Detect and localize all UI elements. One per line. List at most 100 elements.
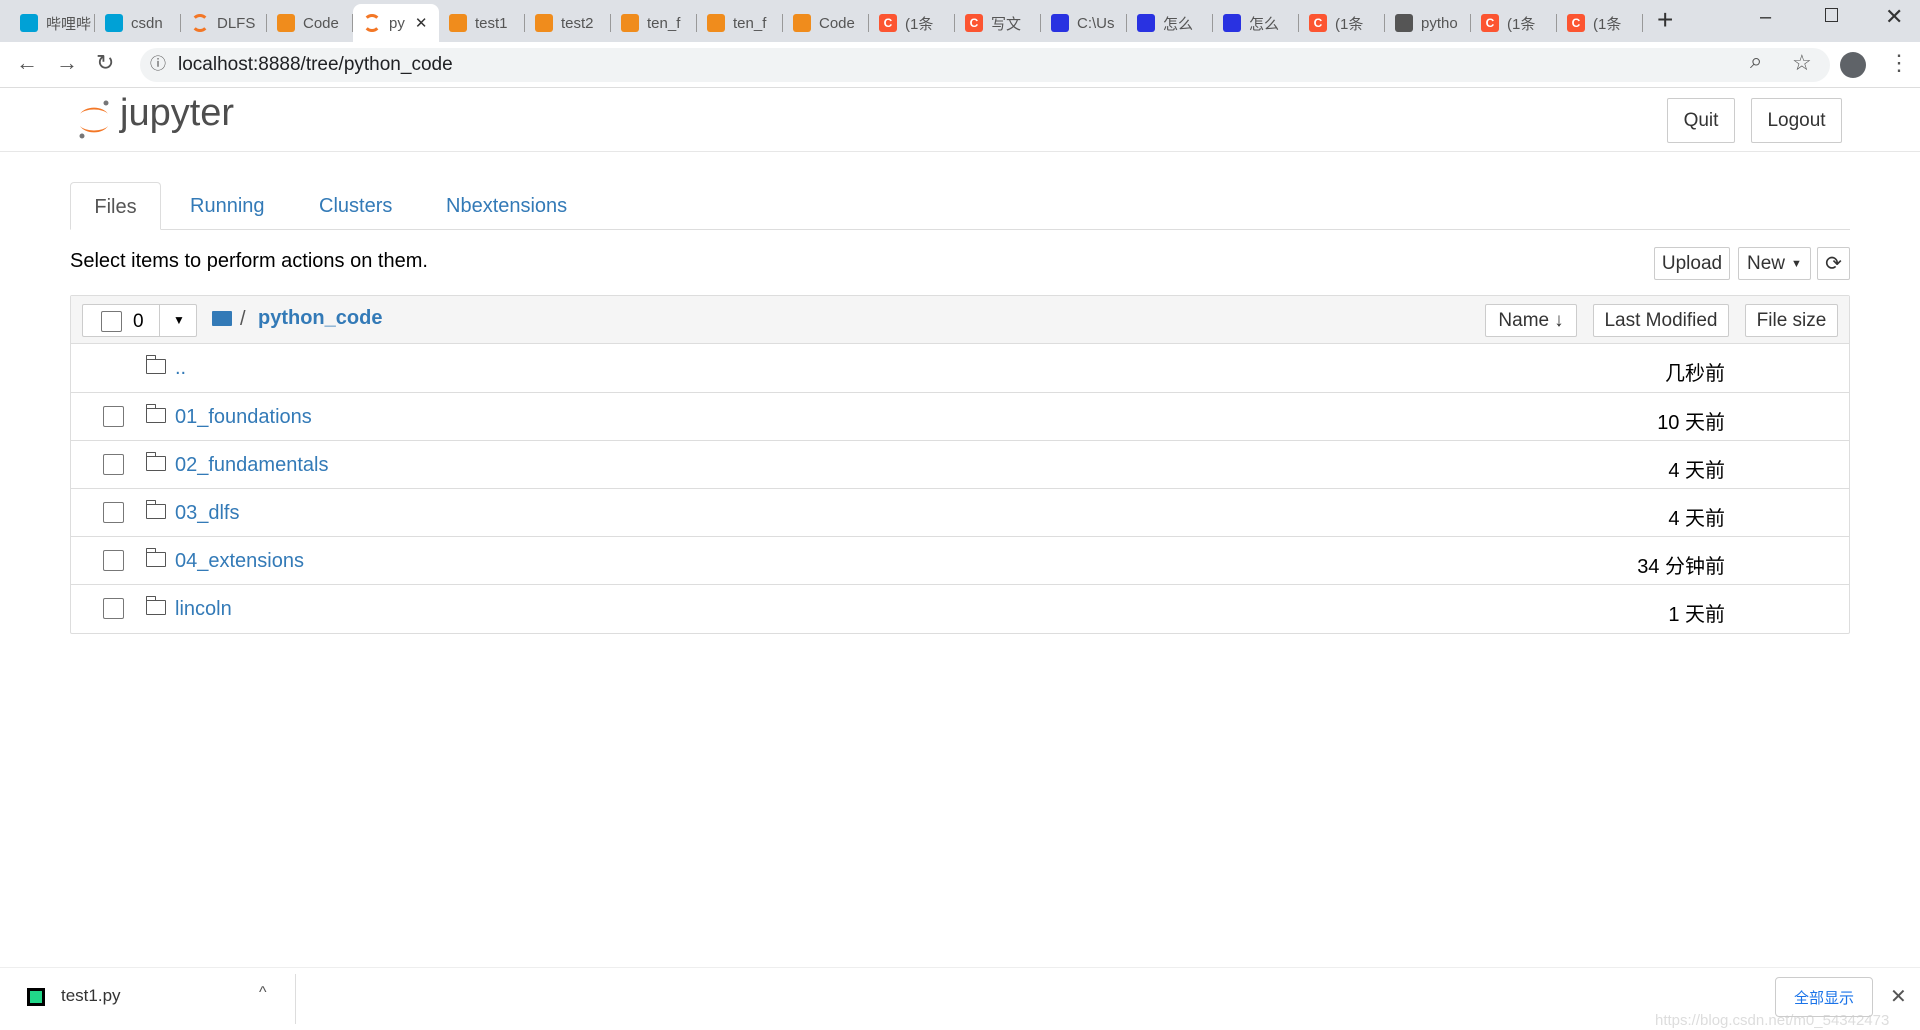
modified-time: 34 分钟前 — [1637, 556, 1725, 578]
browser-tab[interactable]: pytho — [1385, 4, 1471, 42]
browser-tab[interactable]: 怎么 — [1213, 4, 1299, 42]
logout-button[interactable]: Logout — [1751, 98, 1842, 143]
file-row[interactable]: 01_foundations 10 天前 — [70, 392, 1850, 440]
browser-tab-label: 怎么 — [1163, 15, 1194, 33]
selection-dropdown-icon[interactable]: ▼ — [173, 313, 185, 327]
browser-tab[interactable]: py ✕ — [353, 4, 439, 42]
refresh-icon[interactable]: ⟳ — [1817, 247, 1850, 280]
browser-tab[interactable]: C (1条 — [869, 4, 955, 42]
upload-button[interactable]: Upload — [1654, 247, 1730, 280]
select-all-checkbox[interactable] — [101, 311, 122, 332]
close-window-button[interactable]: ✕ — [1885, 4, 1903, 30]
browser-tab-label: C:\Us — [1077, 14, 1115, 32]
close-download-bar-icon[interactable]: ✕ — [1890, 984, 1907, 1009]
folder-link[interactable]: 04_extensions — [175, 550, 304, 573]
parent-dir-row[interactable]: .. 几秒前 — [70, 344, 1850, 392]
divider — [159, 305, 160, 336]
sort-by-name-button[interactable]: Name ↓ — [1485, 304, 1577, 337]
browser-tab[interactable]: ten_f — [611, 4, 697, 42]
browser-tab[interactable]: Code — [267, 4, 353, 42]
tab-nbextensions[interactable]: Nbextensions — [446, 182, 567, 230]
forward-icon[interactable]: → — [56, 50, 78, 76]
row-checkbox[interactable] — [103, 550, 124, 571]
browser-tab[interactable]: test1 — [439, 4, 525, 42]
browser-tab[interactable]: C 写文 — [955, 4, 1041, 42]
sort-by-file-size-button[interactable]: File size — [1745, 304, 1838, 337]
browser-tab[interactable]: ten_f — [697, 4, 783, 42]
divider — [295, 974, 296, 1024]
quit-button[interactable]: Quit — [1667, 98, 1735, 143]
bookmark-star-icon[interactable]: ☆ — [1792, 50, 1812, 76]
url-text: localhost:8888/tree/python_code — [178, 54, 453, 75]
close-tab-icon[interactable]: ✕ — [415, 14, 428, 32]
jupyter-logo-text[interactable]: jupyter — [120, 92, 234, 135]
row-checkbox[interactable] — [103, 598, 124, 619]
folder-icon — [145, 404, 166, 423]
new-tab-button[interactable]: + — [1657, 4, 1673, 36]
browser-tab[interactable]: C (1条 — [1557, 4, 1643, 42]
jupyter-logo-icon — [79, 100, 109, 139]
reload-icon[interactable]: ↻ — [96, 50, 114, 76]
file-row[interactable]: 02_fundamentals 4 天前 — [70, 440, 1850, 488]
browser-tab[interactable]: Code — [783, 4, 869, 42]
baidu-icon — [1137, 14, 1155, 32]
tab-files[interactable]: Files — [70, 182, 161, 230]
arrow-down-icon: ↓ — [1554, 309, 1564, 331]
browser-tab-label: Code — [819, 14, 855, 32]
breadcrumb-separator: / — [240, 308, 246, 330]
file-row[interactable]: 03_dlfs 4 天前 — [70, 488, 1850, 536]
row-checkbox[interactable] — [103, 406, 124, 427]
jupyter-header: jupyter Quit Logout — [0, 88, 1920, 152]
browser-tab-label: csdn — [131, 14, 163, 32]
browser-tab[interactable]: C:\Us — [1041, 4, 1127, 42]
tab-running[interactable]: Running — [190, 182, 265, 230]
parent-dir-link[interactable]: .. — [175, 357, 186, 380]
profile-avatar[interactable] — [1840, 52, 1866, 78]
menu-icon[interactable]: ⋮ — [1888, 50, 1910, 76]
browser-tab[interactable]: DLFS — [181, 4, 267, 42]
bilibili-icon — [105, 14, 123, 32]
browser-tab[interactable]: test2 — [525, 4, 611, 42]
folder-icon — [145, 596, 166, 615]
zoom-icon[interactable]: ⌕ — [1750, 48, 1762, 74]
chevron-up-icon[interactable]: ^ — [259, 984, 267, 1002]
row-checkbox[interactable] — [103, 502, 124, 523]
browser-tab[interactable]: 哔哩哔 — [10, 4, 95, 42]
jupyter-icon — [191, 14, 209, 32]
breadcrumb-current-dir[interactable]: python_code — [258, 307, 382, 330]
minimize-button[interactable]: – — [1760, 6, 1771, 29]
folder-link[interactable]: 02_fundamentals — [175, 454, 328, 477]
folder-link[interactable]: lincoln — [175, 598, 232, 621]
select-all-group: 0 ▼ — [82, 304, 197, 337]
show-all-downloads-button[interactable]: 全部显示 — [1775, 977, 1873, 1017]
new-dropdown-button[interactable]: New ▼ — [1738, 247, 1811, 280]
modified-time: 几秒前 — [1665, 363, 1725, 385]
back-icon[interactable]: ← — [16, 50, 38, 76]
browser-tab[interactable]: C (1条 — [1471, 4, 1557, 42]
browser-tab-label: (1条 — [1507, 15, 1536, 33]
selection-hint: Select items to perform actions on them. — [70, 250, 428, 272]
sort-by-last-modified-button[interactable]: Last Modified — [1593, 304, 1729, 337]
divider — [1642, 14, 1643, 32]
folder-link[interactable]: 03_dlfs — [175, 502, 240, 525]
book-icon — [535, 14, 553, 32]
browser-tab-label: (1条 — [905, 15, 934, 33]
book-icon — [793, 14, 811, 32]
book-icon — [277, 14, 295, 32]
modified-time: 1 天前 — [1668, 604, 1725, 626]
restore-button[interactable] — [1825, 8, 1838, 22]
caret-down-icon: ▼ — [1791, 257, 1802, 270]
url-input[interactable]: ⓘ localhost:8888/tree/python_code — [140, 48, 1830, 82]
browser-tab[interactable]: csdn — [95, 4, 181, 42]
row-checkbox[interactable] — [103, 454, 124, 475]
folder-link[interactable]: 01_foundations — [175, 406, 312, 429]
browser-tab-label: 哔哩哔 — [46, 15, 92, 33]
info-icon: ⓘ — [150, 56, 167, 73]
tab-clusters[interactable]: Clusters — [319, 182, 392, 230]
download-item-name[interactable]: test1.py — [61, 986, 121, 1006]
modified-time: 4 天前 — [1668, 508, 1725, 530]
file-row[interactable]: 04_extensions 34 分钟前 — [70, 536, 1850, 584]
file-row[interactable]: lincoln 1 天前 — [70, 584, 1850, 632]
browser-tab[interactable]: 怎么 — [1127, 4, 1213, 42]
browser-tab[interactable]: C (1条 — [1299, 4, 1385, 42]
